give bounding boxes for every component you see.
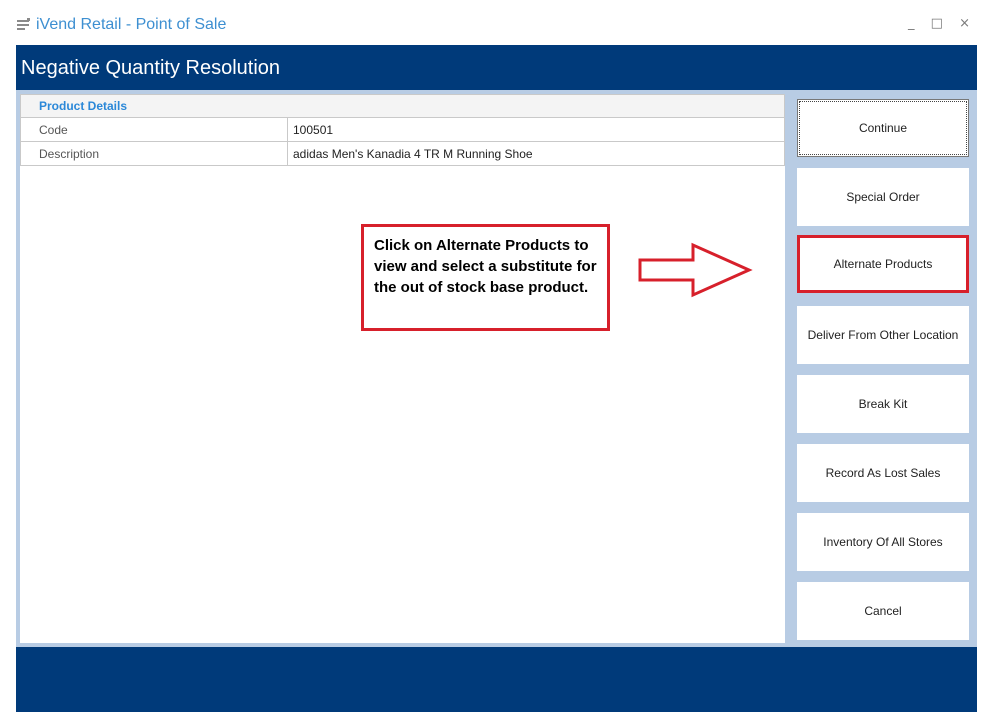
- code-label: Code: [39, 123, 68, 137]
- app-icon: [17, 18, 30, 30]
- close-button[interactable]: ×: [959, 16, 976, 31]
- dialog-header: Negative Quantity Resolution: [16, 45, 977, 90]
- product-details-panel: Product Details Code 100501 Description …: [20, 94, 785, 643]
- product-details-header: Product Details: [20, 94, 785, 118]
- description-value: adidas Men's Kanadia 4 TR M Running Shoe: [293, 147, 533, 161]
- column-divider: [287, 142, 288, 165]
- code-value: 100501: [293, 123, 334, 137]
- dialog-footer: [16, 647, 977, 712]
- dialog-body: Product Details Code 100501 Description …: [16, 90, 977, 647]
- window-controls: _ □ ×: [908, 16, 976, 31]
- arrow-right-icon: [638, 242, 753, 298]
- instruction-callout: Click on Alternate Products to view and …: [361, 224, 610, 331]
- maximize-button[interactable]: □: [931, 16, 949, 31]
- column-divider: [287, 118, 288, 141]
- description-label: Description: [39, 147, 100, 161]
- window-title: iVend Retail - Point of Sale: [36, 16, 227, 33]
- window-titlebar: iVend Retail - Point of Sale _ □ ×: [0, 0, 992, 45]
- page-title: Negative Quantity Resolution: [21, 57, 281, 79]
- minimize-button[interactable]: _: [908, 16, 921, 31]
- continue-button[interactable]: Continue: [797, 99, 969, 157]
- record-as-lost-sales-button[interactable]: Record As Lost Sales: [797, 444, 969, 502]
- inventory-of-all-stores-button[interactable]: Inventory Of All Stores: [797, 513, 969, 571]
- detail-row-description: Description adidas Men's Kanadia 4 TR M …: [20, 142, 785, 166]
- alternate-products-button[interactable]: Alternate Products: [797, 235, 969, 293]
- cancel-button[interactable]: Cancel: [797, 582, 969, 640]
- deliver-from-other-location-button[interactable]: Deliver From Other Location: [797, 306, 969, 364]
- break-kit-button[interactable]: Break Kit: [797, 375, 969, 433]
- detail-row-code: Code 100501: [20, 118, 785, 142]
- product-details-heading: Product Details: [39, 99, 128, 113]
- callout-text: Click on Alternate Products to view and …: [374, 237, 597, 296]
- special-order-button[interactable]: Special Order: [797, 168, 969, 226]
